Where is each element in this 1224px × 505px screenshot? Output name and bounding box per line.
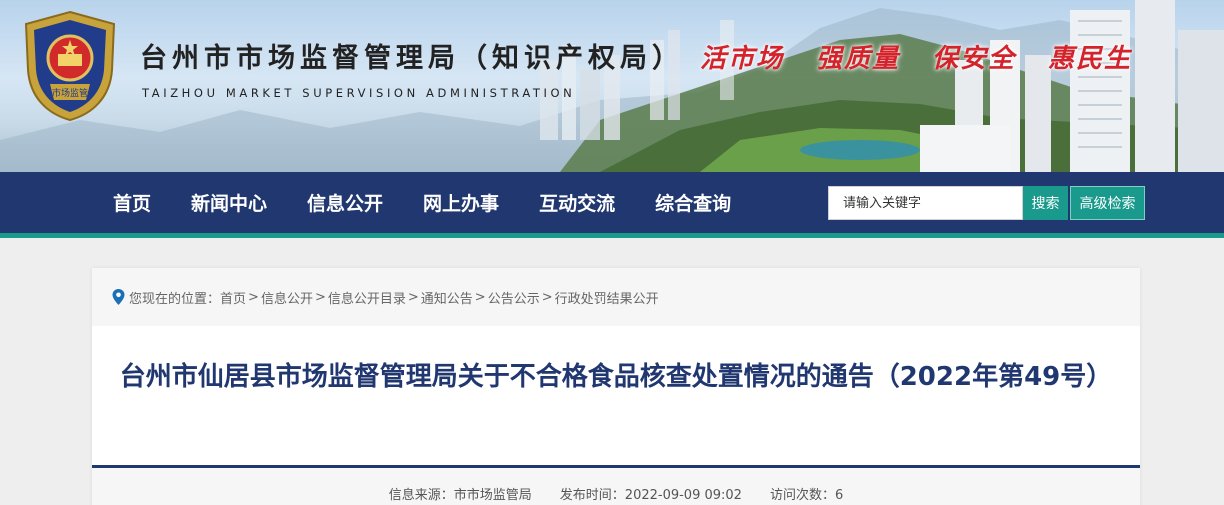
nav-accent-line xyxy=(0,233,1224,238)
meta-date-label: 发布时间： xyxy=(559,488,625,503)
article-title: 台州市仙居县市场监督管理局关于不合格食品核查处置情况的通告（2022年第49号） xyxy=(119,362,1113,392)
breadcrumb-notices[interactable]: 通知公告 xyxy=(421,288,473,307)
breadcrumb-separator: > xyxy=(248,289,259,305)
main-nav: 首页 新闻中心 信息公开 网上办事 互动交流 综合查询 搜索 高级检索 xyxy=(0,172,1224,233)
nav-items: 首页 新闻中心 信息公开 网上办事 互动交流 综合查询 xyxy=(113,172,771,233)
breadcrumb-separator: > xyxy=(541,289,553,305)
meta-date: 发布时间：2022-09-09 09:02 xyxy=(560,484,742,505)
header-banner: 市场监管 台州市市场监督管理局（知识产权局） TAIZHOU MARKET SU… xyxy=(0,0,1224,172)
meta-views-label: 访问次数： xyxy=(769,488,835,503)
breadcrumb-announcements[interactable]: 公告公示 xyxy=(488,288,540,307)
breadcrumb-info-disclosure[interactable]: 信息公开 xyxy=(261,288,313,307)
search-input[interactable] xyxy=(828,186,1023,220)
nav-item-online-services[interactable]: 网上办事 xyxy=(423,189,499,216)
nav-item-home[interactable]: 首页 xyxy=(113,189,151,216)
nav-item-info-disclosure[interactable]: 信息公开 xyxy=(307,189,383,216)
market-supervision-emblem-icon: 市场监管 xyxy=(24,10,116,122)
nav-item-interaction[interactable]: 互动交流 xyxy=(539,189,615,216)
nav-item-query[interactable]: 综合查询 xyxy=(655,189,731,216)
slogan-3: 保安全 xyxy=(932,44,1017,74)
search-button[interactable]: 搜索 xyxy=(1023,186,1068,220)
meta-source-value: 市市场监管局 xyxy=(453,488,532,503)
nav-item-news[interactable]: 新闻中心 xyxy=(191,189,267,216)
article-card: 您现在的位置： 首页 > 信息公开 > 信息公开目录 > 通知公告 > 公告公示… xyxy=(92,268,1140,505)
meta-views-value: 6 xyxy=(834,488,844,503)
emblem-text: 市场监管 xyxy=(52,87,88,99)
breadcrumb-separator: > xyxy=(314,289,326,305)
breadcrumb-info-catalog[interactable]: 信息公开目录 xyxy=(328,288,406,307)
article-meta: 信息来源：市市场监管局 发布时间：2022-09-09 09:02 访问次数：6 xyxy=(92,468,1140,505)
meta-views: 访问次数：6 xyxy=(770,484,843,505)
meta-source-label: 信息来源： xyxy=(388,488,454,503)
site-title: 台州市市场监督管理局（知识产权局） xyxy=(140,43,684,74)
breadcrumb: 您现在的位置： 首页 > 信息公开 > 信息公开目录 > 通知公告 > 公告公示… xyxy=(92,268,1140,326)
slogan-4: 惠民生 xyxy=(1048,44,1133,74)
breadcrumb-separator: > xyxy=(474,289,486,305)
site-title-en: TAIZHOU MARKET SUPERVISION ADMINISTRATIO… xyxy=(142,86,576,100)
breadcrumb-home[interactable]: 首页 xyxy=(220,288,246,307)
breadcrumb-separator: > xyxy=(407,289,419,305)
location-pin-icon xyxy=(112,289,125,305)
breadcrumb-penalty-results[interactable]: 行政处罚结果公开 xyxy=(555,288,659,307)
slogans: 活市场 强质量 保安全 惠民生 xyxy=(700,38,1132,75)
breadcrumb-prefix: 您现在的位置： xyxy=(129,291,221,307)
meta-source: 信息来源：市市场监管局 xyxy=(389,484,532,505)
advanced-search-button[interactable]: 高级检索 xyxy=(1070,186,1145,220)
slogan-2: 强质量 xyxy=(816,44,901,74)
meta-date-value: 2022-09-09 09:02 xyxy=(624,488,742,503)
slogan-1: 活市场 xyxy=(700,44,785,74)
